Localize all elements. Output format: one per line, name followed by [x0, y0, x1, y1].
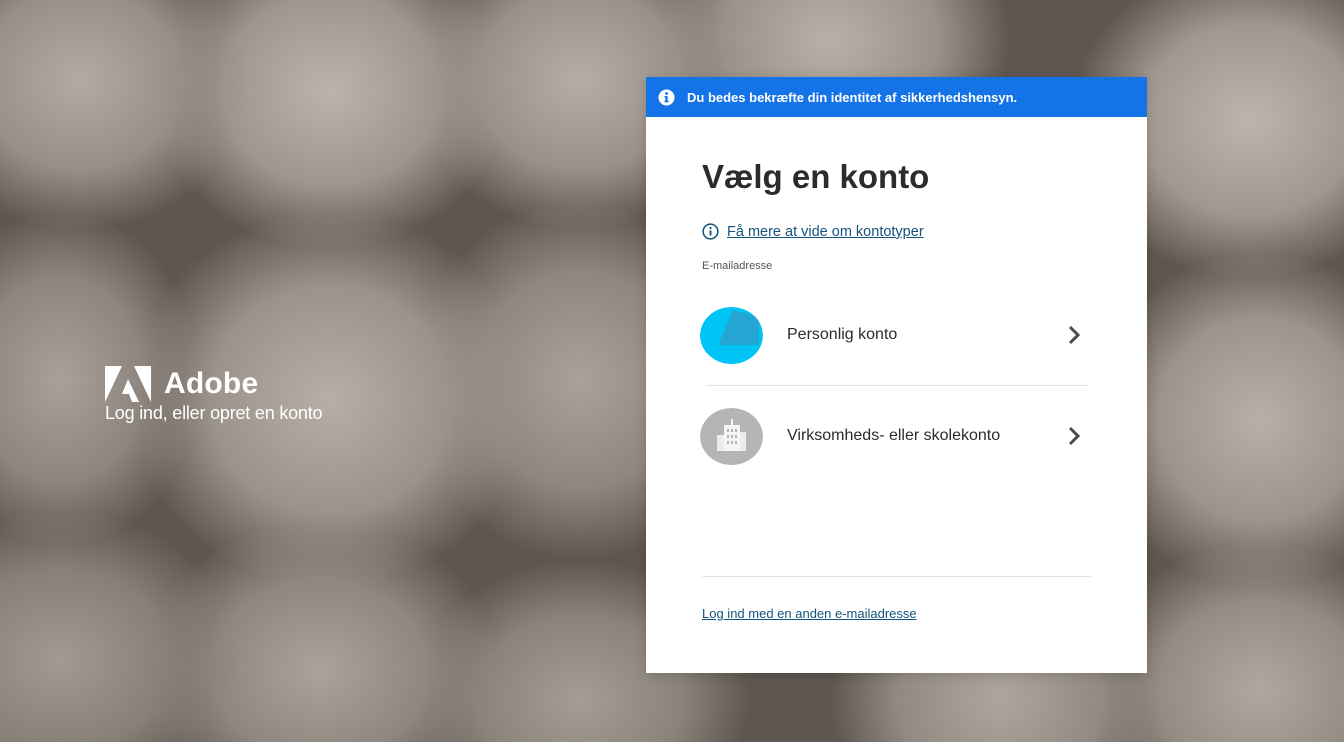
learn-more-link[interactable]: Få mere at vide om kontotyper: [702, 223, 1091, 240]
personal-account-icon: [700, 306, 763, 364]
brand-block: Adobe Log ind, eller opret en konto: [105, 366, 323, 424]
email-label: E-mailadresse: [702, 260, 773, 272]
info-icon: [658, 88, 675, 106]
security-notice-bar: Du bedes bekræfte din identitet af sikke…: [646, 77, 1147, 117]
chevron-right-icon: [1068, 426, 1081, 446]
chevron-right-icon: [1068, 325, 1081, 345]
page-title: Vælg en konto: [702, 158, 930, 195]
business-account-icon: [700, 407, 763, 465]
account-chooser-card: Du bedes bekræfte din identitet af sikke…: [646, 77, 1147, 673]
card-body: Vælg en konto Få mere at vide om kontoty…: [646, 157, 1147, 486]
account-list: Personlig konto Virksomheds- eller skole…: [700, 285, 1091, 486]
info-outline-icon: [702, 223, 719, 240]
business-account-label[interactable]: Virksomheds- eller skolekonto: [787, 427, 1067, 445]
business-account-option[interactable]: Virksomheds- eller skolekonto: [700, 386, 1091, 486]
personal-account-label[interactable]: Personlig konto: [787, 326, 1067, 344]
footer-divider: [702, 576, 1091, 577]
brand-name: Adobe: [164, 367, 259, 400]
personal-account-option[interactable]: Personlig konto: [700, 285, 1091, 385]
other-email-link[interactable]: Log ind med en anden e-mailadresse: [702, 606, 917, 621]
brand-row: Adobe: [105, 366, 322, 402]
learn-more-label[interactable]: Få mere at vide om kontotyper: [727, 224, 924, 240]
security-notice-text: Du bedes bekræfte din identitet af sikke…: [687, 89, 1018, 105]
brand-tagline: Log ind, eller opret en konto: [105, 403, 323, 423]
adobe-logo-icon: [105, 366, 151, 402]
